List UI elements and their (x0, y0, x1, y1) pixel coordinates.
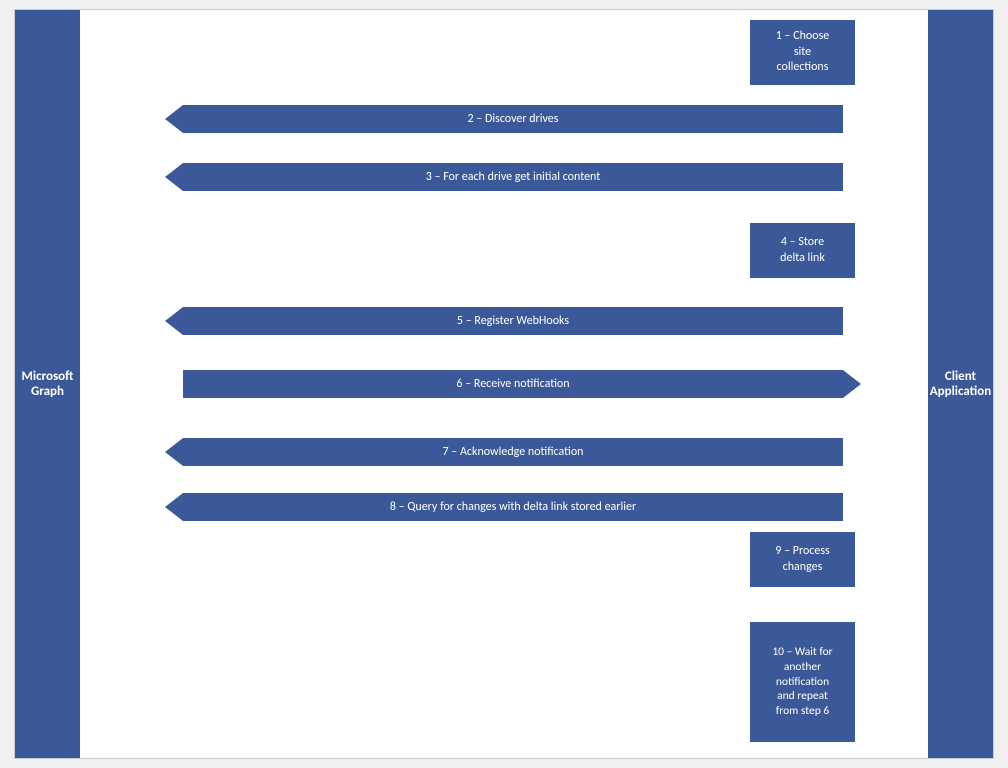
diagram-container: MicrosoftGraph ClientApplication 1 – Cho… (14, 9, 994, 759)
box-store-delta-link: 4 – Storedelta link (750, 223, 855, 278)
arrow-receive-notification: 6 – Receive notification (183, 370, 843, 398)
arrow-query-changes: 8 – Query for changes with delta link st… (183, 493, 843, 521)
box-choose-site-collections: 1 – Choosesitecollections (750, 20, 855, 85)
arrow-acknowledge-notification: 7 – Acknowledge notification (183, 438, 843, 466)
arrow-initial-content: 3 – For each drive get initial content (183, 163, 843, 191)
box-wait-repeat: 10 – Wait foranothernotificationand repe… (750, 622, 855, 742)
box-process-changes: 9 – Processchanges (750, 532, 855, 587)
arrow-discover-drives: 2 – Discover drives (183, 105, 843, 133)
arrow-register-webhooks: 5 – Register WebHooks (183, 307, 843, 335)
right-label: ClientApplication (928, 10, 993, 758)
left-label: MicrosoftGraph (15, 10, 80, 758)
main-area: 1 – Choosesitecollections 2 – Discover d… (80, 10, 928, 758)
